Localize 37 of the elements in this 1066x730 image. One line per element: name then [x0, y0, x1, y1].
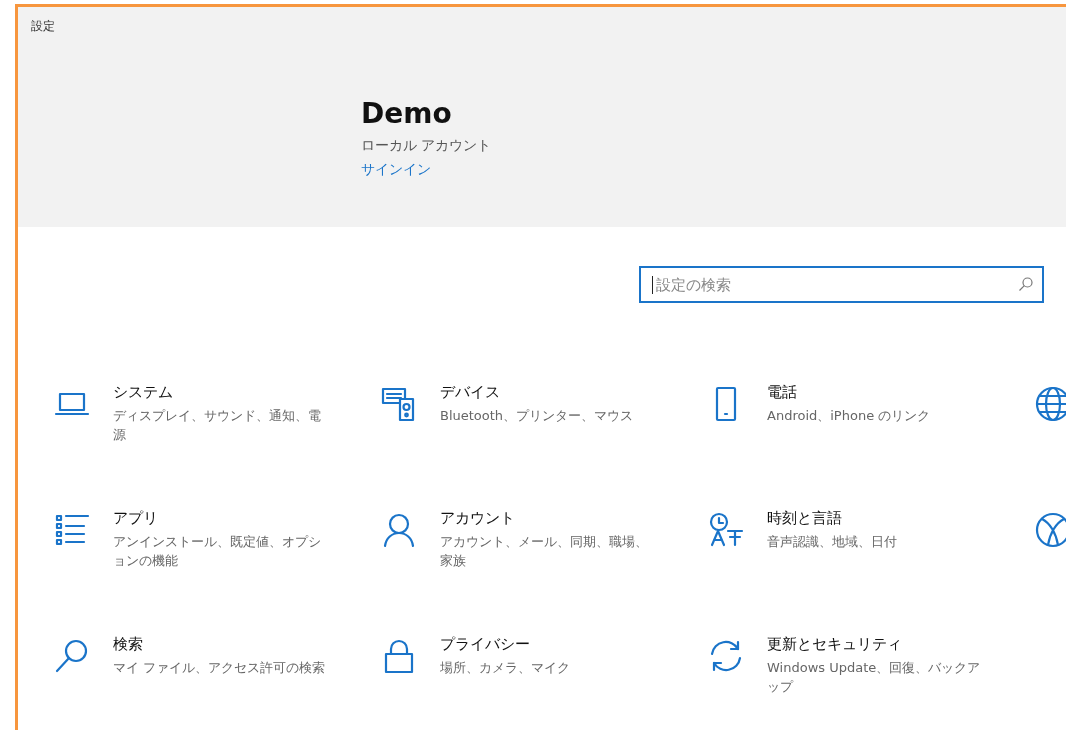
clock-language-icon — [707, 511, 745, 549]
category-description: Windows Update、回復、バックアップ — [767, 659, 982, 696]
category-item[interactable]: アカウント アカウント、メール、同期、職場、家族 — [380, 509, 707, 635]
category-description: Bluetooth、プリンター、マウス — [440, 407, 634, 425]
window-title: 設定 — [30, 18, 56, 35]
category-title: システム — [113, 383, 174, 402]
category-title: デバイス — [440, 383, 501, 402]
search-field[interactable]: 設定の検索 — [639, 266, 1044, 303]
category-description: マイ ファイル、アクセス許可の検索 — [113, 659, 326, 677]
search-icon — [1018, 276, 1034, 292]
account-type: ローカル アカウント — [361, 137, 492, 155]
category-description: Android、iPhone のリンク — [767, 407, 931, 425]
category-description: アンインストール、既定値、オプションの機能 — [113, 533, 322, 570]
category-item[interactable]: 時刻と言語 音声認識、地域、日付 — [707, 509, 1034, 635]
xbox-icon[interactable] — [1034, 511, 1066, 549]
category-title: アプリ — [113, 509, 159, 528]
category-item[interactable]: 検索 マイ ファイル、アクセス許可の検索 — [53, 635, 380, 730]
category-item[interactable]: アプリ アンインストール、既定値、オプションの機能 — [53, 509, 380, 635]
category-item[interactable]: デバイス Bluetooth、プリンター、マウス — [380, 383, 707, 509]
category-title: 更新とセキュリティ — [767, 635, 903, 654]
category-item[interactable]: 更新とセキュリティ Windows Update、回復、バックアップ — [707, 635, 1034, 730]
category-item[interactable]: プライバシー 場所、カメラ、マイク — [380, 635, 707, 730]
category-description: アカウント、メール、同期、職場、家族 — [440, 533, 649, 570]
category-title: 時刻と言語 — [767, 509, 843, 528]
category-description: ディスプレイ、サウンド、通知、電源 — [113, 407, 322, 444]
account-name: Demo — [361, 97, 452, 131]
category-title: 電話 — [767, 383, 798, 402]
category-item[interactable]: システム ディスプレイ、サウンド、通知、電源 — [53, 383, 380, 509]
category-title: 検索 — [113, 635, 144, 654]
globe-icon[interactable] — [1034, 385, 1066, 423]
sign-in-link[interactable]: サインイン — [361, 161, 431, 179]
category-description: 場所、カメラ、マイク — [440, 659, 570, 677]
text-cursor — [652, 276, 653, 294]
category-title: プライバシー — [440, 635, 531, 654]
category-title: アカウント — [440, 509, 516, 528]
category-item[interactable]: 電話 Android、iPhone のリンク — [707, 383, 1034, 509]
category-description: 音声認識、地域、日付 — [767, 533, 897, 551]
